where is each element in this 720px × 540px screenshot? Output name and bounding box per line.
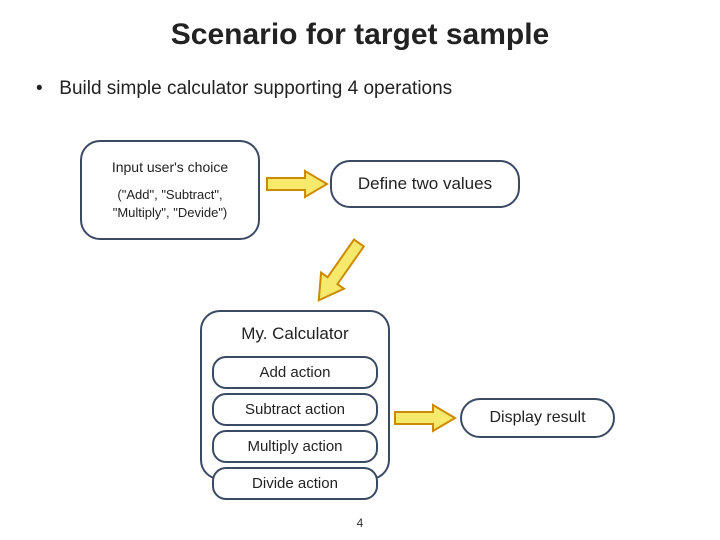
box-calculator: My. Calculator Add action Subtract actio…	[200, 310, 390, 480]
action-multiply: Multiply action	[212, 430, 378, 463]
arrow-right-icon	[265, 169, 330, 199]
slide: Scenario for target sample • Build simpl…	[0, 0, 720, 540]
input-line2: ("Add", "Subtract", "Multiply", "Devide"…	[92, 186, 248, 222]
page-number: 4	[0, 516, 720, 530]
action-divide: Divide action	[212, 467, 378, 500]
page-title: Scenario for target sample	[0, 18, 720, 52]
arrow-right-result-icon	[393, 403, 458, 433]
calculator-header: My. Calculator	[202, 312, 388, 352]
bullet-text: Build simple calculator supporting 4 ope…	[59, 78, 452, 99]
bullet-marker: •	[36, 78, 54, 100]
action-subtract: Subtract action	[212, 393, 378, 426]
box-define-values: Define two values	[330, 160, 520, 208]
box-input-choice: Input user's choice ("Add", "Subtract", …	[80, 140, 260, 240]
box-display-result: Display result	[460, 398, 615, 438]
action-add: Add action	[212, 356, 378, 389]
input-line1: Input user's choice	[92, 158, 248, 178]
bullet-line: • Build simple calculator supporting 4 o…	[36, 78, 452, 100]
arrow-down-diagonal-icon	[315, 230, 365, 310]
display-text: Display result	[489, 407, 585, 429]
define-text: Define two values	[358, 172, 492, 196]
